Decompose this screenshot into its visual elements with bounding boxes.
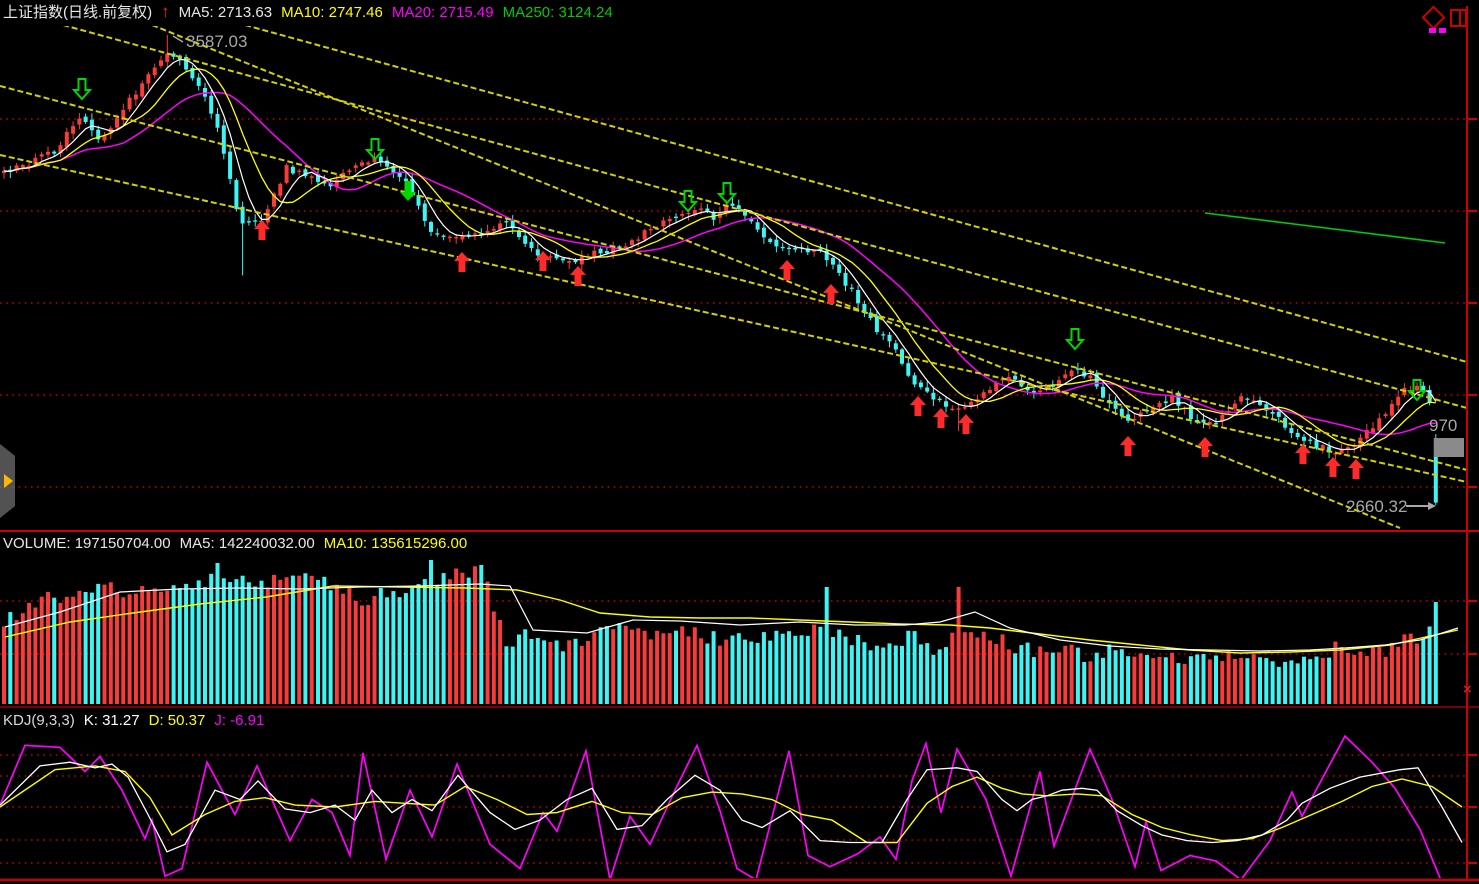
kdj-d-readout: D: 50.37	[149, 712, 206, 730]
kdj-header: KDJ(9,3,3) K: 31.27 D: 50.37 J: -6.91	[3, 712, 264, 730]
main-chart-header: 上证指数(日线.前复权) ↑ MA5: 2713.63 MA10: 2747.4…	[3, 4, 613, 22]
svg-text:970: 970	[1429, 416, 1457, 435]
ma20-readout: MA20: 2715.49	[392, 4, 494, 22]
ma250-readout: MA250: 3124.24	[503, 4, 613, 22]
volume-ma5-readout: MA5: 142240032.00	[180, 535, 315, 553]
split-window-icon[interactable]	[1450, 9, 1467, 27]
volume-ma10-readout: MA10: 135615296.00	[324, 535, 467, 553]
instrument-title: 上证指数(日线.前复权)	[3, 4, 152, 22]
ma10-readout: MA10: 2747.46	[281, 4, 383, 22]
trading-app-window: 3587.03 2660.32 970 上证指数(日线.前复权) ↑ MA5: 27…	[0, 0, 1479, 884]
kdj-j-readout: J: -6.91	[214, 712, 264, 730]
slide-tab-arrow-icon[interactable]	[4, 474, 13, 488]
kdj-k-readout: K: 31.27	[84, 712, 140, 730]
magenta-dash-icon	[1439, 28, 1446, 33]
ma5-readout: MA5: 2713.63	[179, 4, 272, 22]
up-arrow-icon: ↑	[161, 4, 170, 22]
volume-readout: VOLUME: 197150704.00	[3, 535, 171, 553]
magenta-dash-icon	[1429, 28, 1436, 33]
svg-text:3587.03: 3587.03	[186, 32, 247, 51]
svg-text:2660.32: 2660.32	[1346, 497, 1407, 516]
corner-x-marker[interactable]: ×	[1463, 681, 1472, 698]
chart-canvas[interactable]: 3587.03 2660.32 970	[0, 0, 1479, 884]
volume-header: VOLUME: 197150704.00 MA5: 142240032.00 M…	[3, 535, 467, 553]
kdj-label: KDJ(9,3,3)	[3, 712, 75, 730]
